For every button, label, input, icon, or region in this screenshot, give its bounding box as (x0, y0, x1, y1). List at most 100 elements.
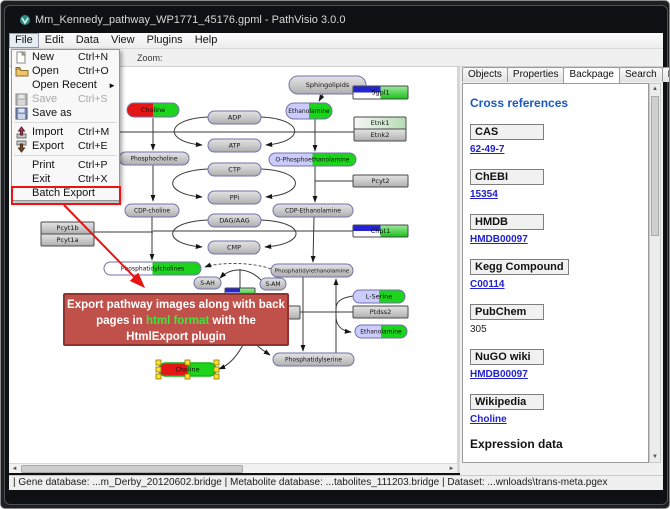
pathway-node-chpt1[interactable]: Chpt1 (353, 225, 408, 237)
file-menu-item-new[interactable]: NewCtrl+N (12, 50, 119, 64)
cross-reference-link[interactable]: 15354 (470, 189, 648, 200)
cross-reference-link[interactable]: HMDB00097 (470, 234, 648, 245)
pathway-node-s-am[interactable]: S-AM (260, 278, 286, 290)
file-menu-item-exit[interactable]: ExitCtrl+X (12, 172, 119, 186)
menu-item-label: Exit (32, 173, 78, 185)
title-bar: Mm_Kennedy_pathway_WP1771_45176.gpml - P… (9, 10, 659, 32)
pathway-node-l-serine[interactable]: L-Serine (353, 290, 405, 303)
menu-file[interactable]: File (9, 33, 39, 48)
canvas-horizontal-scrollbar[interactable]: ◄ ► (9, 463, 457, 473)
menu-plugins[interactable]: Plugins (141, 33, 189, 48)
status-bar: | Gene database: ...m_Derby_20120602.bri… (9, 475, 663, 490)
selection-handle[interactable] (185, 374, 190, 379)
selection-handle[interactable] (156, 367, 161, 372)
pathway-node-phosphatidylserine[interactable]: Phosphatidylserine (273, 353, 354, 366)
panel-vertical-scrollbar[interactable]: ▲ ▼ (649, 83, 661, 463)
menu-item-label: Save (32, 93, 78, 105)
tab-search[interactable]: Search (619, 67, 663, 82)
pathway-node-sgpl1[interactable]: Sgpl1 (353, 86, 408, 99)
pathway-node-cdp-ethanolamine[interactable]: CDP-Ethanolamine (273, 204, 353, 217)
annotation-line1: Export pathway images along with back (67, 299, 285, 311)
menu-item-label: Batch Export (32, 187, 95, 199)
menu-item-label: Save as (32, 107, 78, 119)
pathway-node-choline-top[interactable]: Choline (127, 103, 179, 117)
submenu-arrow-icon: ► (108, 81, 116, 90)
cross-reference-link[interactable]: HMDB00097 (470, 369, 648, 380)
save-as-icon (15, 107, 32, 120)
scroll-left-icon[interactable]: ◄ (9, 464, 20, 474)
node-label: Ethanolamine (360, 329, 402, 336)
pathway-node-pcyt1b[interactable]: Pcyt1b (41, 222, 94, 234)
selection-handle[interactable] (156, 374, 161, 379)
menu-item-label: Open (32, 65, 78, 77)
pathway-node-o-phosphoethanolamine[interactable]: O-Phosphoethanolamine (269, 153, 356, 166)
file-menu-item-batch-export[interactable]: Batch Export (12, 186, 119, 200)
pathway-node-ctp[interactable]: CTP (208, 163, 261, 176)
pathway-node-ethanolamine-top[interactable]: Ethanolamine (286, 103, 332, 119)
file-menu-item-save-as[interactable]: Save as (12, 106, 119, 120)
pathway-node-phosphatidylcholines[interactable]: Phosphatidylcholines (104, 262, 201, 275)
scrollbar-thumb[interactable] (21, 465, 243, 473)
cross-reference-link[interactable]: 62-49-7 (470, 144, 648, 155)
menu-item-shortcut: Ctrl+P (78, 159, 116, 171)
pathway-node-cdp-choline[interactable]: CDP-choline (125, 204, 179, 217)
pathway-node-choline-selected[interactable]: Choline (156, 360, 219, 379)
selection-handle[interactable] (156, 360, 161, 365)
file-menu-item-open[interactable]: OpenCtrl+O (12, 64, 119, 78)
cross-reference-link[interactable]: Choline (470, 414, 648, 425)
pathway-node-etnk2[interactable]: Etnk2 (354, 129, 406, 141)
menu-item-label: Print (32, 159, 78, 171)
tab-legend[interactable]: Legend (662, 67, 670, 82)
pathway-node-adp[interactable]: ADP (208, 111, 261, 124)
scroll-up-icon[interactable]: ▲ (650, 84, 660, 94)
scrollbar-thumb[interactable] (651, 96, 659, 236)
pathway-node-s-ah[interactable]: S-AH (194, 277, 221, 289)
pathway-node-dag-aag[interactable]: DAG/AAG (208, 214, 261, 227)
file-menu-item-print[interactable]: PrintCtrl+P (12, 158, 119, 172)
menu-item-shortcut: Ctrl+S (78, 93, 116, 105)
scroll-right-icon[interactable]: ► (446, 464, 457, 474)
pathway-node-ethanolamine-2[interactable]: Ethanolamine (355, 325, 407, 338)
pathway-node-phosphocholine[interactable]: Phosphocholine (119, 152, 189, 165)
selection-handle[interactable] (214, 360, 219, 365)
pathway-node-ptdss2[interactable]: Ptdss2 (353, 306, 408, 318)
annotation-line2-post: with the (209, 315, 256, 327)
status-text: | Gene database: ...m_Derby_20120602.bri… (13, 477, 607, 488)
backpage-section-wikipedia: WikipediaCholine (470, 392, 648, 425)
menu-item-shortcut: Ctrl+M (78, 126, 116, 138)
menu-edit[interactable]: Edit (39, 33, 70, 48)
selection-handle[interactable] (214, 367, 219, 372)
menu-view[interactable]: View (105, 33, 141, 48)
database-name-box: HMDB (470, 214, 544, 230)
pathway-node-pcyt1a[interactable]: Pcyt1a (41, 234, 94, 246)
tab-properties[interactable]: Properties (507, 67, 565, 82)
menu-item-label: Open Recent (32, 79, 97, 91)
file-menu-item-export[interactable]: ExportCtrl+E (12, 139, 119, 153)
selection-handle[interactable] (185, 360, 190, 365)
scroll-down-icon[interactable]: ▼ (650, 452, 660, 462)
database-name-box: Kegg Compound (470, 259, 569, 275)
expression-data-heading: Expression data (470, 437, 648, 451)
pathway-node-atp[interactable]: ATP (208, 139, 261, 152)
node-label: Ethanolamine (288, 108, 330, 115)
cross-reference-link[interactable]: C00114 (470, 279, 648, 290)
tab-objects[interactable]: Objects (462, 67, 508, 82)
menu-help[interactable]: Help (189, 33, 224, 48)
pathway-node-etnk1[interactable]: Etnk1 (354, 117, 406, 129)
window-title: Mm_Kennedy_pathway_WP1771_45176.gpml - P… (35, 14, 345, 26)
menu-item-label: Import (32, 126, 78, 138)
menu-data[interactable]: Data (70, 33, 105, 48)
file-menu-item-open-recent[interactable]: Open Recent ► (12, 78, 119, 92)
file-menu-item-save: SaveCtrl+S (12, 92, 119, 106)
pathway-node-pcyt2[interactable]: Pcyt2 (353, 175, 408, 187)
pathway-node-ppi[interactable]: PPi (208, 191, 261, 204)
selection-handle[interactable] (214, 374, 219, 379)
tab-backpage[interactable]: Backpage (563, 67, 619, 84)
pathway-node-cmp[interactable]: CMP (208, 241, 260, 254)
pathway-node-phosphatidylethanolamine[interactable]: Phosphatidylethanolamine (271, 264, 353, 277)
node-label: Etnk2 (371, 131, 390, 139)
node-label: CMP (227, 244, 241, 252)
node-label: Pcyt1a (56, 236, 78, 244)
file-menu-item-import[interactable]: ImportCtrl+M (12, 125, 119, 139)
annotation-line3: HtmlExport plugin (126, 331, 226, 343)
